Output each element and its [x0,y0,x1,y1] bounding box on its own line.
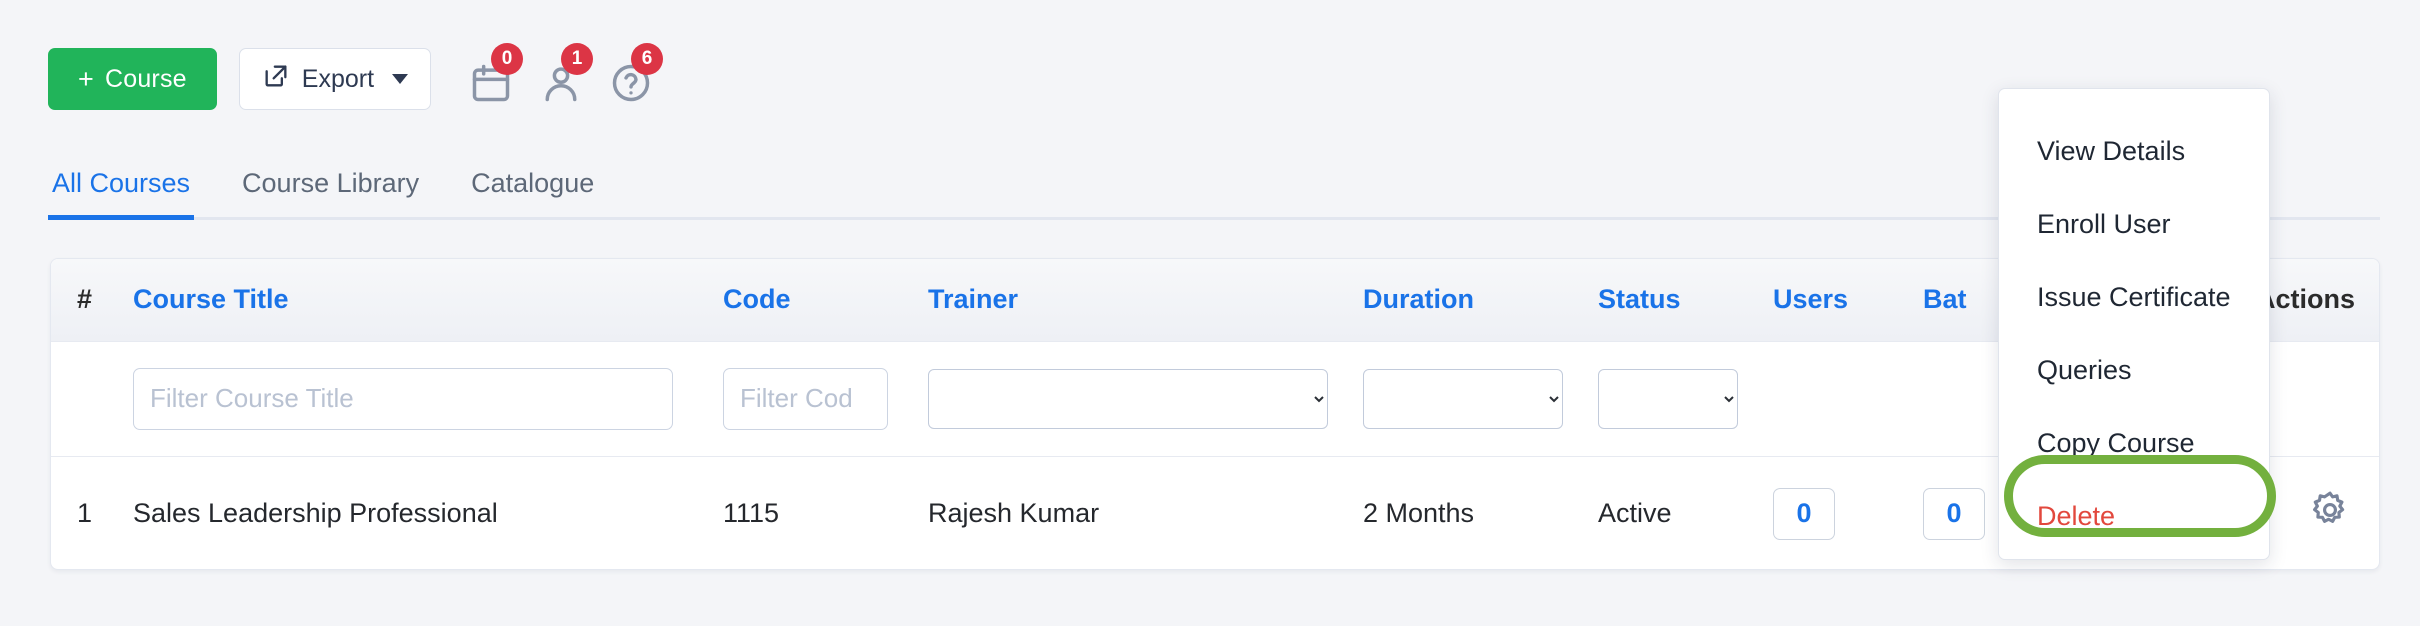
calendar-badge: 0 [491,43,524,75]
cell-title: Sales Leadership Professional [133,498,498,529]
tab-all-courses[interactable]: All Courses [48,168,195,220]
calendar-icon-button[interactable]: 0 [469,43,524,105]
filter-trainer-select[interactable] [928,368,1328,429]
menu-item-enroll-user[interactable]: Enroll User [1999,188,2269,261]
menu-item-view-details[interactable]: View Details [1999,115,2269,188]
cell-users: 0 [1773,456,1923,569]
cell-status: Active [1598,498,1672,529]
notification-icons: 0 1 6 [469,43,664,105]
filter-cell-status [1598,341,1773,456]
menu-item-delete[interactable]: Delete [1999,480,2269,553]
menu-item-issue-certificate[interactable]: Issue Certificate [1999,261,2269,334]
menu-item-copy-course[interactable]: Copy Course [1999,407,2269,480]
filter-status-select[interactable] [1598,368,1738,429]
help-badge: 6 [631,43,664,75]
cell-code: 1115 [723,498,780,529]
page-root: + Course Export 0 1 6 All Courses Course… [0,0,2420,626]
external-link-icon [262,62,290,97]
filter-course-title-input[interactable] [133,367,673,430]
column-header-status[interactable]: Status [1598,259,1773,341]
export-label: Export [301,64,375,93]
cell-number: 1 [77,498,93,529]
user-icon-button[interactable]: 1 [539,43,594,105]
user-badge: 1 [561,43,594,75]
add-course-button[interactable]: + Course [48,48,217,110]
cell-trainer: Rajesh Kumar [928,498,1100,529]
tab-catalogue[interactable]: Catalogue [467,168,598,217]
column-header-duration[interactable]: Duration [1363,259,1598,341]
export-button[interactable]: Export [238,48,432,110]
filter-code-input[interactable] [723,367,888,430]
cell-duration: 2 Months [1363,498,1475,529]
column-header-number: # [77,284,93,315]
filter-cell-code [723,341,928,456]
tab-course-library[interactable]: Course Library [238,168,423,217]
column-header-trainer[interactable]: Trainer [928,259,1363,341]
gear-icon[interactable] [2309,489,2351,538]
column-header-title[interactable]: Course Title [133,259,723,341]
column-header-code[interactable]: Code [723,259,928,341]
filter-cell-users [1773,341,1923,456]
help-circle-icon-button[interactable]: 6 [609,43,664,105]
toolbar: + Course Export 0 1 6 [48,43,664,110]
batches-count-button[interactable]: 0 [1923,487,1985,540]
course-action-menu: View Details Enroll User Issue Certifica… [1998,88,2270,560]
filter-cell-trainer [928,341,1363,456]
users-count-button[interactable]: 0 [1773,487,1835,540]
column-header-users[interactable]: Users [1773,259,1923,341]
filter-cell-number [51,341,133,456]
filter-cell-duration [1363,341,1598,456]
menu-item-queries[interactable]: Queries [1999,334,2269,407]
filter-cell-title [133,341,723,456]
add-course-label: Course [104,64,187,93]
filter-duration-select[interactable] [1363,368,1563,429]
plus-icon: + [78,63,94,94]
chevron-down-icon [392,74,409,84]
